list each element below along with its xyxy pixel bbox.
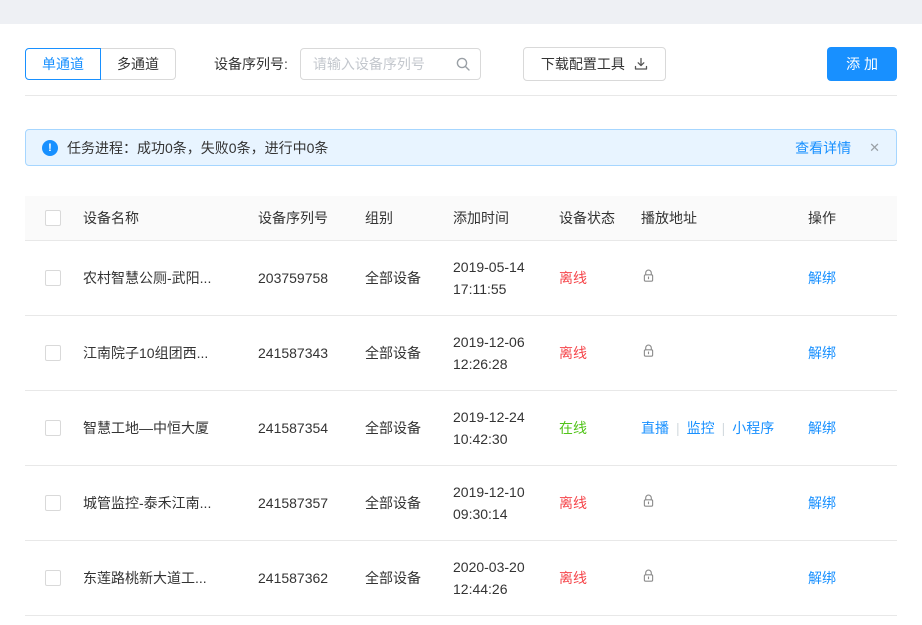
unbind-link[interactable]: 解绑 <box>808 495 836 511</box>
device-group: 全部设备 <box>365 240 453 315</box>
serial-number-label: 设备序列号: <box>214 54 288 74</box>
toolbar: 单通道 多通道 设备序列号: 下载配置工具 添 加 <box>25 47 897 81</box>
status-badge: 离线 <box>559 570 587 586</box>
status-badge: 离线 <box>559 345 587 361</box>
select-all-checkbox[interactable] <box>45 210 61 226</box>
task-progress-banner: ! 任务进程：成功0条，失败0条，进行中0条 查看详情 ✕ <box>25 129 897 166</box>
download-icon <box>634 57 648 71</box>
tab-single-channel[interactable]: 单通道 <box>25 48 101 80</box>
toolbar-divider <box>25 95 897 96</box>
device-serial: 241587357 <box>258 465 365 540</box>
col-device-name: 设备名称 <box>83 196 258 240</box>
table-row: 城管监控-泰禾江南...241587357全部设备2019-12-1009:30… <box>25 465 897 540</box>
col-play-address: 播放地址 <box>641 196 808 240</box>
add-button[interactable]: 添 加 <box>827 47 897 81</box>
play-link-live[interactable]: 直播 <box>641 420 669 436</box>
col-device-status: 设备状态 <box>559 196 641 240</box>
device-serial: 241587354 <box>258 390 365 465</box>
row-checkbox[interactable] <box>45 270 61 286</box>
tab-multi-channel[interactable]: 多通道 <box>100 48 176 80</box>
unbind-link[interactable]: 解绑 <box>808 270 836 286</box>
download-config-tool-button[interactable]: 下载配置工具 <box>523 47 666 81</box>
info-icon: ! <box>42 140 58 156</box>
play-link-separator: | <box>722 420 726 436</box>
status-badge: 在线 <box>559 420 587 436</box>
add-time: 2019-12-0612:26:28 <box>453 315 559 390</box>
play-address-cell <box>641 465 808 540</box>
lock-icon <box>641 268 656 287</box>
status-badge: 离线 <box>559 270 587 286</box>
play-address-cell <box>641 540 808 615</box>
device-serial: 241587343 <box>258 315 365 390</box>
play-link-miniapp[interactable]: 小程序 <box>732 420 774 436</box>
table-header: 设备名称 设备序列号 组别 添加时间 设备状态 播放地址 操作 <box>25 196 897 240</box>
unbind-link[interactable]: 解绑 <box>808 345 836 361</box>
table-row: 智慧工地—中恒大厦241587354全部设备2019-12-2410:42:30… <box>25 390 897 465</box>
table-row: 江南院子10组团西...241587343全部设备2019-12-0612:26… <box>25 315 897 390</box>
device-serial: 203759758 <box>258 240 365 315</box>
main-content: 单通道 多通道 设备序列号: 下载配置工具 添 加 ! 任务进程：成功0条，失败… <box>0 47 922 616</box>
task-progress-text: 任务进程：成功0条，失败0条，进行中0条 <box>67 138 328 158</box>
row-checkbox[interactable] <box>45 570 61 586</box>
channel-tab-group: 单通道 多通道 <box>25 48 176 80</box>
lock-icon <box>641 493 656 512</box>
page-top-band <box>0 0 922 24</box>
device-group: 全部设备 <box>365 390 453 465</box>
download-config-tool-label: 下载配置工具 <box>541 54 625 74</box>
device-group: 全部设备 <box>365 540 453 615</box>
device-name: 东莲路桃新大道工... <box>83 540 258 615</box>
col-add-time: 添加时间 <box>453 196 559 240</box>
add-time: 2019-12-1009:30:14 <box>453 465 559 540</box>
close-icon[interactable]: ✕ <box>869 141 880 154</box>
device-name: 智慧工地—中恒大厦 <box>83 390 258 465</box>
serial-search-box <box>300 48 481 80</box>
row-checkbox[interactable] <box>45 345 61 361</box>
unbind-link[interactable]: 解绑 <box>808 420 836 436</box>
play-link-monitor[interactable]: 监控 <box>687 420 715 436</box>
device-name: 农村智慧公厕-武阳... <box>83 240 258 315</box>
device-serial: 241587362 <box>258 540 365 615</box>
col-operation: 操作 <box>808 196 897 240</box>
add-time: 2019-05-1417:11:55 <box>453 240 559 315</box>
play-address-cell <box>641 240 808 315</box>
serial-search-input[interactable] <box>300 48 481 80</box>
col-device-serial: 设备序列号 <box>258 196 365 240</box>
device-name: 江南院子10组团西... <box>83 315 258 390</box>
col-group: 组别 <box>365 196 453 240</box>
unbind-link[interactable]: 解绑 <box>808 570 836 586</box>
lock-icon <box>641 343 656 362</box>
play-address-cell <box>641 315 808 390</box>
row-checkbox[interactable] <box>45 495 61 511</box>
status-badge: 离线 <box>559 495 587 511</box>
lock-icon <box>641 568 656 587</box>
device-group: 全部设备 <box>365 315 453 390</box>
table-body: 农村智慧公厕-武阳...203759758全部设备2019-05-1417:11… <box>25 240 897 615</box>
search-icon[interactable] <box>455 56 471 72</box>
play-address-cell: 直播 | 监控 | 小程序 <box>641 390 808 465</box>
device-group: 全部设备 <box>365 465 453 540</box>
table-row: 农村智慧公厕-武阳...203759758全部设备2019-05-1417:11… <box>25 240 897 315</box>
add-time: 2020-03-2012:44:26 <box>453 540 559 615</box>
device-name: 城管监控-泰禾江南... <box>83 465 258 540</box>
view-details-link[interactable]: 查看详情 <box>795 138 851 158</box>
device-table: 设备名称 设备序列号 组别 添加时间 设备状态 播放地址 操作 农村智慧公厕-武… <box>25 196 897 616</box>
play-link-separator: | <box>676 420 680 436</box>
table-row: 东莲路桃新大道工...241587362全部设备2020-03-2012:44:… <box>25 540 897 615</box>
add-time: 2019-12-2410:42:30 <box>453 390 559 465</box>
row-checkbox[interactable] <box>45 420 61 436</box>
